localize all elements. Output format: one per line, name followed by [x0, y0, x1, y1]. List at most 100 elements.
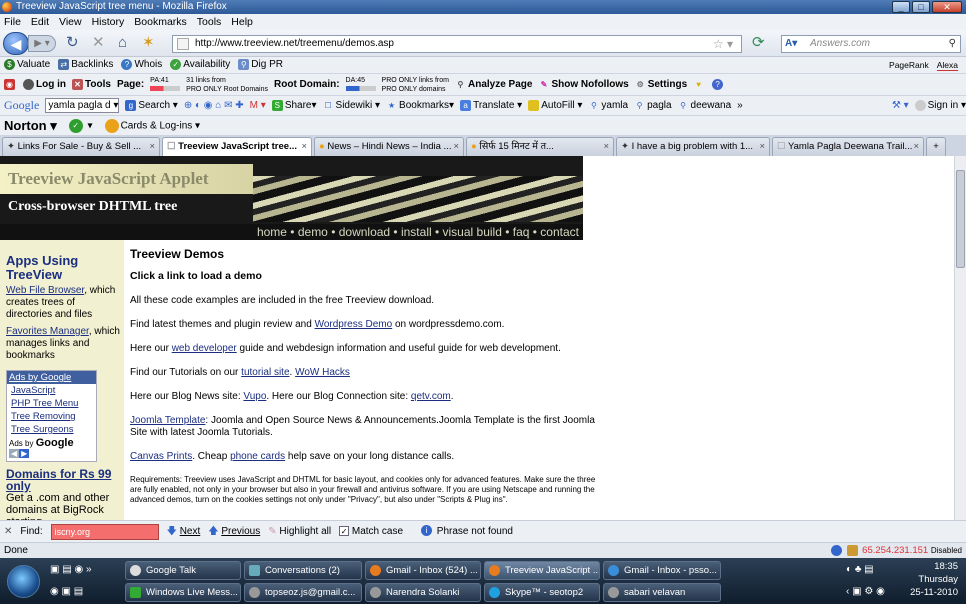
google-search-input[interactable]: yamla pagla d ▾: [45, 98, 120, 113]
joomla-template-link[interactable]: Joomla Template: [130, 415, 205, 426]
addon-status-icon[interactable]: [830, 544, 842, 556]
find-input[interactable]: iscny.org: [50, 523, 159, 540]
phone-cards-link[interactable]: phone cards: [230, 451, 285, 462]
close-tab-icon[interactable]: ×: [149, 138, 155, 156]
toolbar-icons-group[interactable]: ⊕ ◐ ◉ ⌂ ✉ ✚: [184, 100, 244, 111]
task-narendra[interactable]: Narendra Solanki: [365, 583, 481, 602]
tab-hindi-news[interactable]: ● News – Hindi News – India ... ×: [314, 137, 464, 156]
search-input[interactable]: A▾ Answers.com ⚲: [781, 35, 961, 53]
tab-links-for-sale[interactable]: ✦ Links For Sale - Buy & Sell ... ×: [2, 137, 160, 156]
norton-status[interactable]: ✓ ▾: [68, 118, 93, 133]
back-button[interactable]: ◀: [3, 32, 29, 55]
help-icon[interactable]: ?: [712, 79, 724, 90]
find-previous-button[interactable]: 🡅 Previous: [208, 521, 260, 543]
toolbar-item-digpr[interactable]: ⚲ Dig PR: [238, 59, 283, 71]
menu-bookmarks[interactable]: Bookmarks: [134, 14, 187, 30]
tray-icons-2[interactable]: ‹ ▣ ⚙ ◉: [846, 586, 885, 597]
word-find-pagla[interactable]: ⚲ pagla: [634, 100, 672, 111]
task-conversations[interactable]: Conversations (2): [244, 561, 362, 580]
sync-icon[interactable]: ⟳: [752, 32, 765, 54]
pagerank-label[interactable]: PageRank: [889, 60, 929, 70]
disabled-label[interactable]: Disabled: [931, 546, 962, 555]
vupo-link[interactable]: Vupo: [243, 391, 266, 402]
menu-view[interactable]: View: [59, 14, 82, 30]
word-find-deewana[interactable]: ⚲ deewana: [678, 100, 731, 111]
page-links-info[interactable]: 31 links from PRO ONLY Root Domains: [186, 76, 268, 94]
toolbar-item-whois[interactable]: ? Whois: [121, 59, 162, 71]
google-search-button[interactable]: g Search ▾: [125, 99, 178, 111]
close-tab-icon[interactable]: ×: [913, 138, 919, 156]
bookmarks-button[interactable]: ★ Bookmarks▾: [386, 100, 454, 111]
tools-button[interactable]: ✕ Tools: [72, 78, 111, 90]
web-developer-link[interactable]: web developer: [172, 343, 237, 354]
sidewiki-button[interactable]: ☐ Sidewiki ▾: [323, 100, 380, 111]
domain-authority[interactable]: DA:45: [345, 76, 376, 94]
task-treeview[interactable]: Treeview JavaScript ...: [484, 561, 600, 580]
tutorial-site-link[interactable]: tutorial site: [241, 367, 289, 378]
settings-button[interactable]: ⚙ Settings: [635, 79, 688, 90]
domain-ad-title[interactable]: Domains for Rs 99 only: [6, 468, 120, 492]
next-ad-icon[interactable]: ▶: [19, 449, 30, 458]
alexa-label[interactable]: Alexa: [936, 60, 958, 71]
canvas-prints-link[interactable]: Canvas Prints: [130, 451, 192, 462]
toolbar-item-availability[interactable]: ✓ Availability: [170, 59, 230, 71]
ad-link[interactable]: Tree Surgeons: [7, 423, 96, 436]
more-chevron[interactable]: »: [737, 100, 743, 111]
reload-icon[interactable]: ↻: [66, 32, 79, 54]
analyze-page-button[interactable]: ⚲ Analyze Page: [455, 79, 533, 90]
favorites-manager-link[interactable]: Favorites Manager: [6, 326, 89, 337]
norton-logo[interactable]: Norton ▾: [4, 118, 57, 134]
close-tab-icon[interactable]: ×: [453, 138, 459, 156]
prev-ad-icon[interactable]: ◀: [9, 449, 20, 458]
search-icon[interactable]: ⚲: [949, 36, 956, 52]
page-authority[interactable]: PA:41: [150, 76, 181, 94]
toolbar-item-backlinks[interactable]: ⇄ Backlinks: [58, 59, 113, 71]
addon-icon[interactable]: ✶: [142, 32, 155, 54]
quicklaunch-icons[interactable]: ▣ ▤ ◉ »: [50, 564, 92, 575]
web-file-browser-link[interactable]: Web File Browser: [6, 285, 84, 296]
autofill-button[interactable]: AutoFill ▾: [528, 99, 582, 111]
task-windows-live[interactable]: Windows Live Mess...: [125, 583, 241, 602]
ad-link[interactable]: Tree Removing: [7, 410, 96, 423]
close-tab-icon[interactable]: ×: [759, 138, 765, 156]
task-skype[interactable]: Skype™ - seotop2: [484, 583, 600, 602]
wow-hacks-link[interactable]: WoW Hacks: [295, 367, 350, 378]
lightbulb-icon[interactable]: ♥: [693, 79, 704, 90]
menu-tools[interactable]: Tools: [197, 14, 222, 30]
task-sabari[interactable]: sabari velavan: [603, 583, 721, 602]
match-case-checkbox[interactable]: ✓ Match case: [339, 521, 403, 543]
maximize-button[interactable]: □: [912, 1, 930, 13]
show-nofollows-button[interactable]: ✎ Show Nofollows: [538, 79, 629, 90]
google-signin-button[interactable]: Sign in ▾: [914, 99, 966, 111]
menu-help[interactable]: Help: [231, 14, 253, 30]
task-topseoz[interactable]: topseoz.js@gmail.c...: [244, 583, 362, 602]
close-find-icon[interactable]: ✕: [4, 521, 12, 543]
menu-history[interactable]: History: [92, 14, 125, 30]
task-gmail-inbox[interactable]: Gmail - Inbox (524) ...: [365, 561, 481, 580]
menu-edit[interactable]: Edit: [31, 14, 49, 30]
wrench-icon[interactable]: ⚒ ▾: [892, 100, 909, 111]
ad-link[interactable]: PHP Tree Menu: [7, 397, 96, 410]
gmail-icon[interactable]: M ▾: [250, 100, 266, 111]
highlight-all-button[interactable]: ✎ Highlight all: [268, 521, 331, 543]
task-gmail-psso[interactable]: Gmail - Inbox - psso...: [603, 561, 721, 580]
share-button[interactable]: S Share▾: [271, 99, 317, 111]
start-button[interactable]: [7, 565, 40, 598]
new-tab-button[interactable]: +: [926, 137, 946, 156]
wordpress-demo-link[interactable]: Wordpress Demo: [315, 319, 393, 330]
close-window-button[interactable]: ✕: [932, 1, 962, 13]
ads-header[interactable]: Ads by Google: [7, 371, 96, 384]
tab-hindi-article[interactable]: ● सिर्फ 15 मिनट में त... ×: [466, 137, 614, 156]
cards-logins-button[interactable]: Cards & Log-ins ▾: [104, 118, 200, 133]
domain-links-info[interactable]: PRO ONLY links from PRO ONLY domains: [382, 76, 449, 94]
quicklaunch-icons-2[interactable]: ◉ ▣ ▤: [50, 586, 83, 597]
system-clock[interactable]: 18:35 Thursday 25-11-2010: [910, 560, 958, 599]
site-nav[interactable]: home • demo • download • install • visua…: [0, 224, 583, 240]
find-next-button[interactable]: 🡇 Next: [167, 521, 201, 543]
url-bar[interactable]: http://www.treeview.net/treemenu/demos.a…: [172, 35, 742, 53]
close-tab-icon[interactable]: ×: [603, 138, 609, 156]
toolbar-item-valuate[interactable]: $ Valuate: [4, 59, 50, 71]
stop-icon[interactable]: ✕: [92, 32, 105, 54]
minimize-button[interactable]: _: [892, 1, 910, 13]
close-tab-icon[interactable]: ×: [301, 138, 307, 156]
